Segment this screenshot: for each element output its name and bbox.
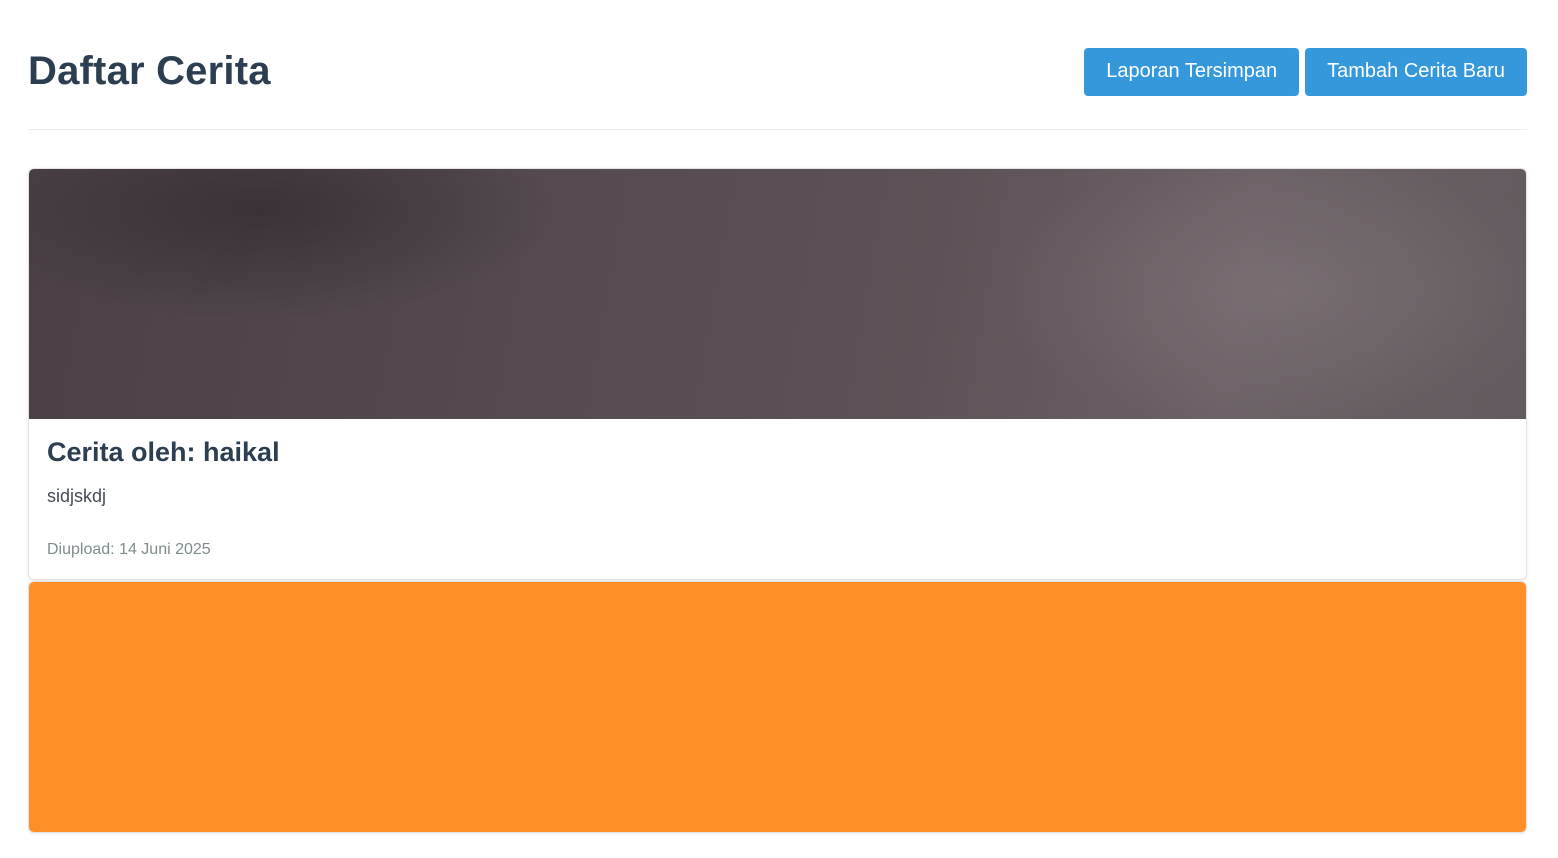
header-actions: Laporan Tersimpan Tambah Cerita Baru: [1084, 34, 1527, 96]
saved-reports-button[interactable]: Laporan Tersimpan: [1084, 47, 1300, 96]
story-list: Cerita oleh: haikal sidjskdj Diupload: 1…: [28, 168, 1527, 833]
story-description: sidjskdj: [47, 486, 107, 506]
story-image: [29, 169, 1526, 419]
story-title: Cerita oleh: haikal: [47, 437, 280, 467]
story-card[interactable]: [28, 581, 1527, 833]
add-story-button[interactable]: Tambah Cerita Baru: [1305, 47, 1527, 96]
story-body: Cerita oleh: haikal sidjskdj Diupload: 1…: [29, 419, 1526, 579]
page-title: Daftar Cerita: [28, 49, 271, 93]
story-card[interactable]: Cerita oleh: haikal sidjskdj Diupload: 1…: [28, 168, 1527, 580]
story-date: Diupload: 14 Juni 2025: [47, 541, 211, 558]
page: Daftar Cerita Laporan Tersimpan Tambah C…: [0, 0, 1558, 858]
story-image: [29, 582, 1526, 832]
page-header: Daftar Cerita Laporan Tersimpan Tambah C…: [28, 0, 1527, 130]
